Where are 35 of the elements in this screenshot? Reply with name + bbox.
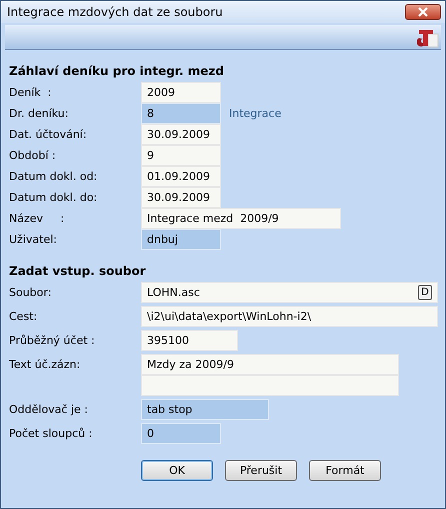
field-label: Deník : — [9, 85, 52, 101]
field-label: Období : — [9, 148, 57, 164]
input-field[interactable] — [141, 375, 399, 396]
field-label: Text úč.zázn: — [9, 357, 82, 373]
browse-button[interactable]: D — [418, 285, 432, 300]
field-label: Průběžný účet : — [9, 333, 96, 349]
field-label: Počet sloupců : — [9, 426, 94, 442]
field-label: Dat. účtování: — [9, 127, 88, 143]
field-note: Integrace — [229, 106, 282, 122]
input-field[interactable]: 30.09.2009 — [141, 124, 221, 145]
input-field[interactable]: Mzdy za 2009/9 — [141, 354, 399, 375]
dialog-button[interactable]: Formát — [309, 460, 381, 481]
close-icon — [417, 7, 429, 17]
field-label: Oddělovač je : — [9, 402, 89, 418]
section-heading: Zadat vstup. soubor — [9, 264, 147, 278]
input-field[interactable]: 30.09.2009 — [141, 187, 221, 208]
input-field[interactable]: 9 — [141, 145, 221, 166]
field-label: Datum dokl. do: — [9, 190, 98, 206]
input-field[interactable]: 01.09.2009 — [141, 166, 221, 187]
input-field[interactable]: LOHN.asc D — [141, 282, 438, 303]
field-label: Název : — [9, 211, 66, 227]
input-field[interactable]: 395100 — [141, 330, 238, 351]
dialog-button[interactable]: OK — [141, 460, 213, 481]
field-label: Dr. deníku: — [9, 106, 70, 122]
section-heading: Záhlaví deníku pro integr. mezd — [9, 64, 225, 78]
dialog-button[interactable]: Přerušit — [225, 460, 297, 481]
input-field[interactable]: \i2\ui\data\export\WinLohn-i2\ — [141, 306, 438, 327]
field-label: Uživatel: — [9, 232, 58, 248]
close-button[interactable] — [405, 4, 441, 20]
field-label: Soubor: — [9, 285, 52, 301]
input-field[interactable]: Integrace mezd 2009/9 — [141, 208, 341, 229]
input-field[interactable]: 2009 — [141, 82, 221, 103]
field-label: Datum dokl. od: — [9, 169, 98, 185]
window-title: Integrace mzdových dat ze souboru — [7, 5, 223, 19]
field-label: Cest: — [9, 309, 38, 325]
